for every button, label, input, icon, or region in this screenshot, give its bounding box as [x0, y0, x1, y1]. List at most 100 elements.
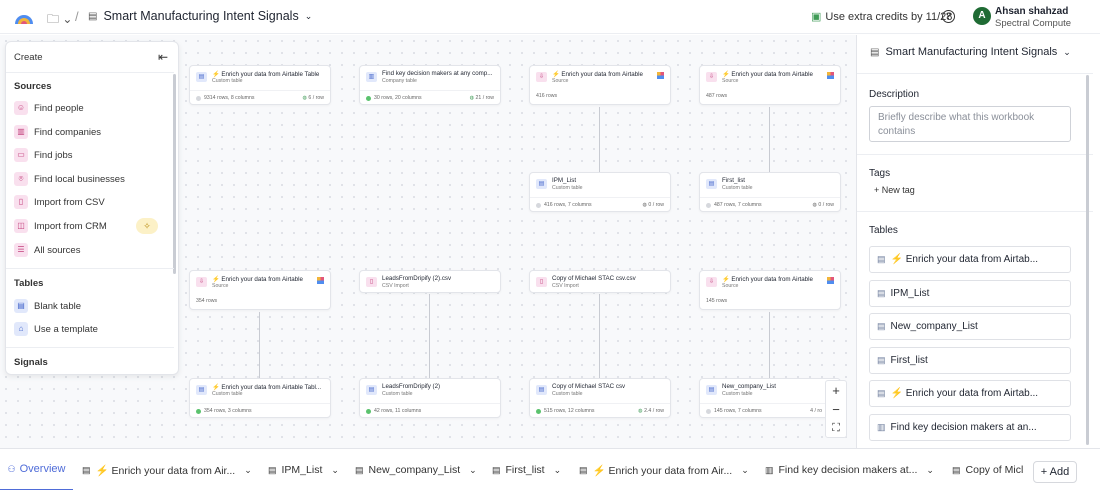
table-node[interactable]: ▤ LeadsFromDripify (2) Custom table 42 r… [359, 378, 501, 418]
chevron-down-icon[interactable]: ⌄ [469, 465, 477, 476]
node-subtitle: CSV Import [552, 282, 579, 289]
avatar[interactable]: A [973, 7, 991, 25]
workbook-table-item[interactable]: ▥ Find key decision makers at an... [869, 414, 1071, 441]
node-footer: 354 rows, 3 columns [190, 403, 330, 418]
source-node[interactable]: ⇩ ⚡ Enrich your data from Airtable Sourc… [699, 270, 841, 310]
divider [6, 347, 174, 348]
tab-table[interactable]: ▤ Copy of Micl [952, 463, 1026, 477]
credits-icon: ▣ [811, 11, 822, 23]
source-node[interactable]: ⇩ ⚡ Enrich your data from Airtable Sourc… [529, 65, 671, 105]
node-footer: 42 rows, 11 columns [360, 403, 500, 418]
tab-overview[interactable]: ⚇ Overview [0, 449, 73, 490]
chevron-down-icon[interactable]: ⌄ [331, 465, 339, 476]
file-icon: ▯ [366, 277, 377, 287]
scrollbar[interactable] [173, 74, 176, 274]
workbook-table-item[interactable]: ▤ IPM_List [869, 280, 1071, 307]
table-icon: ▤ [706, 385, 717, 395]
node-subtitle: Source [722, 77, 739, 84]
tab-table[interactable]: ▥ Find key decision makers at... ⌄ [765, 463, 934, 477]
workbook-table-item[interactable]: ▤ First_list [869, 347, 1071, 374]
workbook-title-button[interactable]: ▤ Smart Manufacturing Intent Signals ⌄ [88, 9, 312, 23]
briefcase-icon: ▭ [14, 148, 28, 162]
import-icon: ⇩ [536, 72, 547, 82]
tab-label: Find key decision makers at... [778, 464, 918, 476]
workbook-table-item[interactable]: ▤ New_company_List [869, 313, 1071, 340]
status-dot [706, 409, 711, 414]
user-name: Ahsan shahzad [995, 6, 1069, 17]
table-name: First_list [890, 355, 928, 366]
tab-table[interactable]: ▤ IPM_List ⌄ [268, 463, 339, 477]
source-label: Import from CSV [34, 196, 105, 208]
zoom-in-button[interactable]: + [826, 381, 846, 400]
bottom-tab-bar: ⚇ Overview ▤ ⚡ Enrich your data from Air.… [0, 448, 1100, 490]
scrollbar[interactable] [1086, 75, 1089, 445]
source-label: Find people [34, 102, 84, 114]
tab-table[interactable]: ▤ ⚡ Enrich your data from Air... ⌄ [82, 463, 252, 477]
chevron-down-icon[interactable]: ⌄ [554, 465, 562, 476]
table-icon: ▤ [877, 254, 886, 264]
zoom-out-button[interactable]: − [826, 400, 846, 419]
building-icon: ▥ [765, 464, 774, 475]
node-subtitle: Custom table [722, 390, 753, 397]
table-node[interactable]: ▤ New_company_List Custom table 145 rows… [699, 378, 841, 418]
node-title: ⚡ Enrich your data from Airtable [212, 276, 303, 283]
table-node[interactable]: ▥ Find key decision makers at any comp..… [359, 65, 501, 105]
sparkle-icon[interactable]: ✧ [136, 218, 158, 234]
app-logo[interactable] [13, 8, 35, 26]
credits-banner[interactable]: ▣ Use extra credits by 11/28 [811, 10, 952, 24]
chevron-down-icon[interactable]: ⌄ [741, 465, 749, 476]
description-input[interactable]: Briefly describe what this workbook cont… [869, 106, 1071, 142]
credit-rate: 4 / ro [810, 408, 822, 414]
tab-table[interactable]: ▤ New_company_List ⌄ [355, 463, 477, 477]
table-node[interactable]: ▤ IPM_List Custom table 416 rows, 7 colu… [529, 172, 671, 212]
folder-icon[interactable]: 🗀 ⌄ [47, 10, 72, 31]
table-node[interactable]: ▤ Copy of Michael STAC csv Custom table … [529, 378, 671, 418]
fit-view-button[interactable]: ⛶ [826, 419, 846, 438]
workbook-menu-button[interactable]: ▤ Smart Manufacturing Intent Signals ⌄ [870, 46, 1071, 58]
node-subtitle: Custom table [212, 77, 243, 84]
node-title: First_list [722, 177, 746, 184]
building-icon: ▥ [877, 422, 886, 432]
building-icon: ▥ [14, 125, 28, 139]
node-stats: 416 rows [536, 93, 558, 99]
table-node[interactable]: ▤ First_list Custom table 487 rows, 7 co… [699, 172, 841, 212]
source-find-companies[interactable]: ▥ Find companies [14, 123, 164, 141]
chevron-down-icon: ⌄ [1063, 46, 1071, 57]
airtable-logo-icon [827, 72, 834, 79]
tab-table[interactable]: ▤ ⚡ Enrich your data from Air... ⌄ [579, 463, 749, 477]
table-blank[interactable]: ▤ Blank table [14, 297, 164, 315]
collapse-panel-icon[interactable]: ⇤ [158, 50, 168, 64]
divider [6, 72, 174, 73]
credit-rate-text: 4 / ro [810, 408, 822, 414]
zoom-controls: + − ⛶ [825, 380, 847, 438]
csv-node[interactable]: ▯ Copy of Michael STAC csv.csv CSV Impor… [529, 270, 671, 293]
source-find-jobs[interactable]: ▭ Find jobs [14, 146, 164, 164]
import-icon: ⇩ [196, 277, 207, 287]
source-node[interactable]: ⇩ ⚡ Enrich your data from Airtable Sourc… [699, 65, 841, 105]
table-node[interactable]: ▤ ⚡ Enrich your data from Airtable Table… [189, 65, 331, 105]
add-tab-button[interactable]: + Add [1033, 461, 1077, 483]
csv-node[interactable]: ▯ LeadsFromDripify (2).csv CSV Import [359, 270, 501, 293]
chevron-down-icon[interactable]: ⌄ [926, 465, 934, 476]
workbook-table-item[interactable]: ▤ ⚡ Enrich your data from Airtab... [869, 380, 1071, 407]
source-find-people[interactable]: ☺ Find people [14, 99, 164, 117]
user-org: Spectral Compute [995, 18, 1072, 29]
node-subtitle: Source [212, 282, 229, 289]
chevron-down-icon[interactable]: ⌄ [244, 465, 252, 476]
table-name: Find key decision makers at an... [890, 422, 1037, 433]
workbook-table-item[interactable]: ▤ ⚡ Enrich your data from Airtab... [869, 246, 1071, 273]
tab-label: ⚡ Enrich your data from Air... [95, 464, 236, 477]
new-tag-button[interactable]: + New tag [874, 185, 915, 195]
node-subtitle: Custom table [212, 390, 243, 397]
source-import-csv[interactable]: ▯ Import from CSV [14, 193, 164, 211]
tab-table[interactable]: ▤ First_list ⌄ [492, 463, 561, 477]
source-node[interactable]: ⇩ ⚡ Enrich your data from Airtable Sourc… [189, 270, 331, 310]
help-icon[interactable]: ? [942, 10, 955, 23]
table-icon: ▤ [579, 464, 588, 475]
source-all-sources[interactable]: ☰ All sources [14, 241, 164, 259]
table-node[interactable]: ▤ ⚡ Enrich your data from Airtable Tabl.… [189, 378, 331, 418]
tables-heading: Tables [14, 278, 44, 289]
source-find-local-businesses[interactable]: ⌾ Find local businesses [14, 170, 164, 188]
table-icon: ▤ [82, 464, 91, 475]
table-use-template[interactable]: ⌂ Use a template [14, 320, 164, 338]
